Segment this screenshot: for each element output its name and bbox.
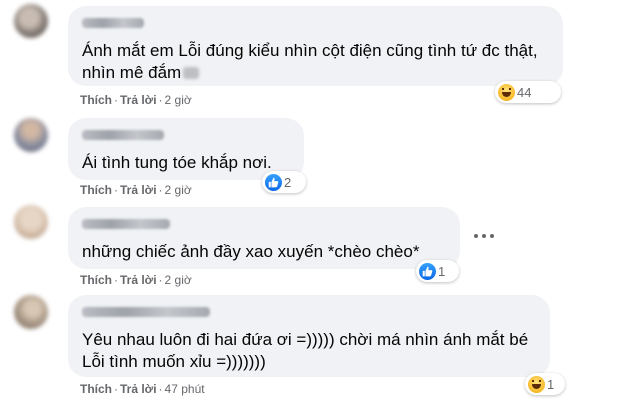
reaction-count: 2 xyxy=(284,174,292,190)
blurred-emoji-icon xyxy=(183,67,200,79)
like-link[interactable]: Thích xyxy=(80,93,112,107)
author-name-blurred[interactable] xyxy=(82,130,164,140)
comment-bubble: Ánh mắt em Lỗi đúng kiểu nhìn cột điện c… xyxy=(68,6,563,86)
author-name-blurred[interactable] xyxy=(82,307,210,317)
haha-icon xyxy=(528,375,545,393)
reply-link[interactable]: Trả lời xyxy=(120,93,157,107)
comment-text: Ái tình tung tóe khắp nơi. xyxy=(82,153,272,172)
like-link[interactable]: Thích xyxy=(80,183,112,197)
avatar[interactable] xyxy=(14,295,48,329)
avatar[interactable] xyxy=(14,4,48,38)
reply-link[interactable]: Trả lời xyxy=(120,273,157,287)
comment-text: Ánh mắt em Lỗi đúng kiểu nhìn cột điện c… xyxy=(82,41,538,82)
reply-link[interactable]: Trả lời xyxy=(120,183,157,197)
more-options-icon[interactable] xyxy=(474,231,494,241)
like-icon xyxy=(265,173,282,191)
like-link[interactable]: Thích xyxy=(80,382,112,396)
reaction-summary[interactable]: 2 xyxy=(262,171,306,193)
comment-actions: Thích · Trả lời · 47 phút xyxy=(80,382,205,396)
reaction-summary[interactable]: 1 xyxy=(525,373,565,395)
like-link[interactable]: Thích xyxy=(80,273,112,287)
avatar[interactable] xyxy=(14,118,48,152)
reaction-count: 1 xyxy=(438,263,446,279)
comment-actions: Thích · Trả lời · 2 giờ xyxy=(80,93,192,107)
author-name-blurred[interactable] xyxy=(82,18,144,28)
comment-actions: Thích · Trả lời · 2 giờ xyxy=(80,183,192,197)
comment-time[interactable]: 2 giờ xyxy=(165,273,192,287)
comment-bubble: Yêu nhau luôn đi hai đứa ơi =))))) chời … xyxy=(68,295,550,377)
like-icon xyxy=(419,262,436,280)
comment-bubble: những chiếc ảnh đầy xao xuyến *chèo chèo… xyxy=(68,207,460,269)
reaction-summary[interactable]: 1 xyxy=(416,260,459,282)
comment-time[interactable]: 47 phút xyxy=(165,382,205,396)
comment-text: những chiếc ảnh đầy xao xuyến *chèo chèo… xyxy=(82,242,420,261)
reply-link[interactable]: Trả lời xyxy=(120,382,157,396)
comment-time[interactable]: 2 giờ xyxy=(165,93,192,107)
avatar[interactable] xyxy=(14,205,48,239)
comment-text: Yêu nhau luôn đi hai đứa ơi =))))) chời … xyxy=(82,330,529,371)
reaction-count: 1 xyxy=(547,376,555,392)
comment-time[interactable]: 2 giờ xyxy=(165,183,192,197)
comment-actions: Thích · Trả lời · 2 giờ xyxy=(80,273,192,287)
haha-icon xyxy=(498,83,515,101)
author-name-blurred[interactable] xyxy=(82,219,170,229)
reaction-summary[interactable]: 44 xyxy=(495,81,561,103)
reaction-count: 44 xyxy=(517,84,532,100)
